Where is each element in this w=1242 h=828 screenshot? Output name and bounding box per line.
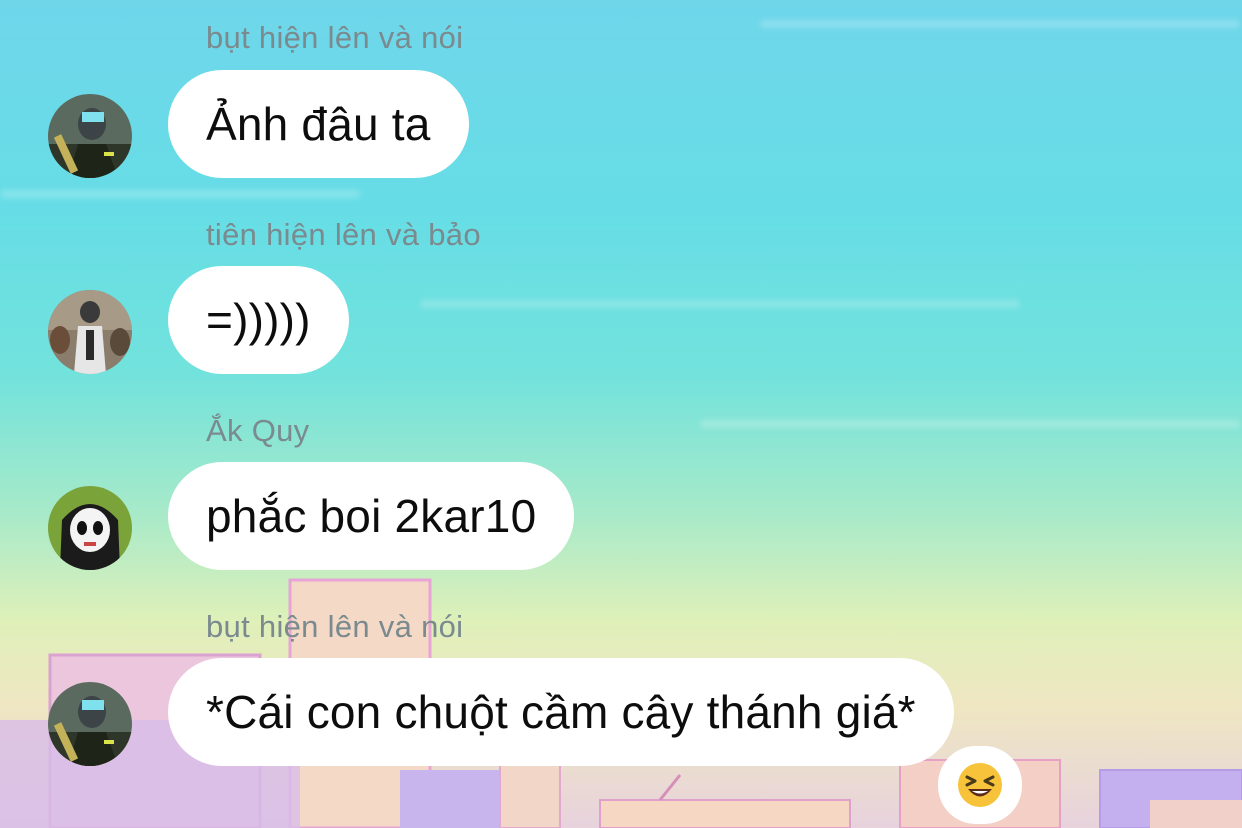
pubg-character-avatar-icon [48,290,132,374]
background-streak [420,300,1020,308]
background-streak [700,420,1240,428]
message-bubble[interactable]: *Cái con chuột cầm cây thánh giá* [168,658,954,766]
message-reaction[interactable] [938,746,1022,824]
message-text: Ảnh đâu ta [206,98,431,150]
background-streak [0,190,360,198]
sender-name: Ắk Quy [206,413,310,448]
sender-name: tiên hiện lên và bảo [206,217,481,252]
message-text: =))))) [206,294,311,346]
sender-name: bụt hiện lên và nói [206,20,464,55]
avatar[interactable] [48,94,132,178]
armored-soldier-avatar-icon [48,682,132,766]
skull-hoodie-avatar-icon [48,486,132,570]
message-bubble[interactable]: phắc boi 2kar10 [168,462,575,570]
armored-soldier-avatar-icon [48,94,132,178]
laughing-face-icon [958,763,1002,807]
message-bubble[interactable]: =))))) [168,266,349,374]
message-text: *Cái con chuột cầm cây thánh giá* [206,686,916,738]
avatar[interactable] [48,682,132,766]
avatar[interactable] [48,486,132,570]
sender-name: bụt hiện lên và nói [206,609,464,644]
background-streak [760,20,1240,28]
message-bubble[interactable]: Ảnh đâu ta [168,70,469,178]
message-text: phắc boi 2kar10 [206,490,537,542]
avatar[interactable] [48,290,132,374]
